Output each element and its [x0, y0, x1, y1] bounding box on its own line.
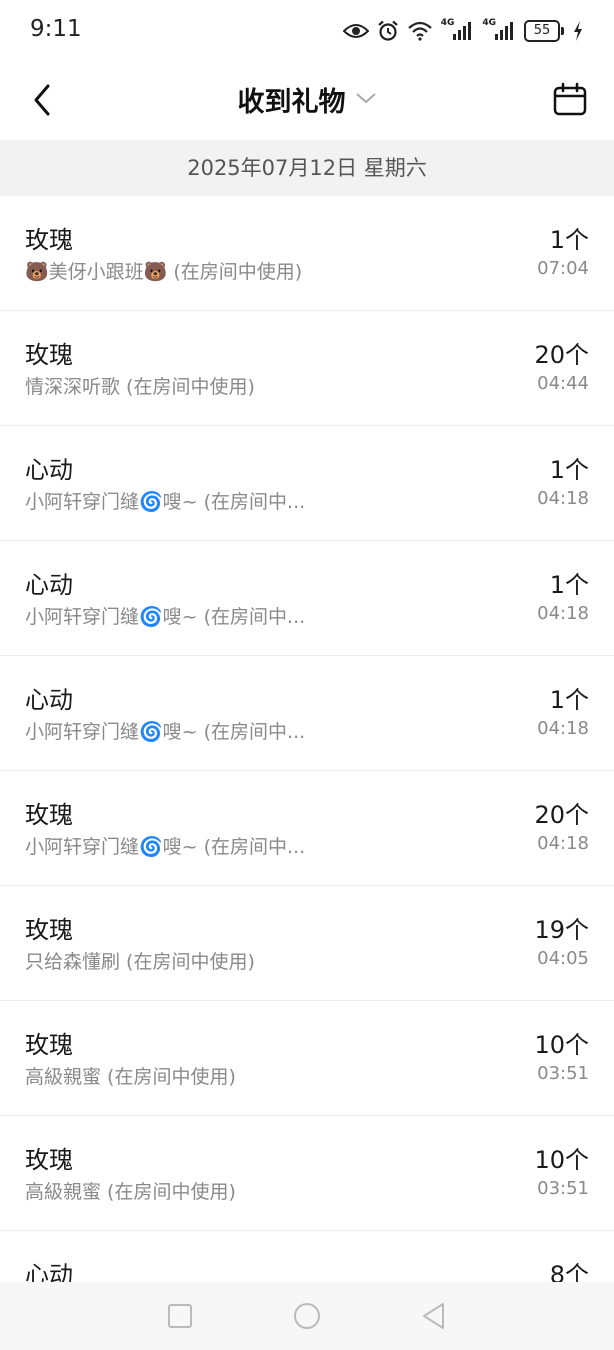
- alarm-icon: [377, 20, 399, 42]
- title-bar: 收到礼物: [0, 62, 614, 140]
- gift-name: 玫瑰: [25, 1146, 73, 1174]
- eye-icon: [342, 22, 369, 40]
- gift-list: 玫瑰 🐻美伢小跟班🐻 (在房间中使用) 1个 07:04 玫瑰 情深深听歌 (在…: [0, 196, 614, 1346]
- gift-time: 04:18: [537, 603, 589, 624]
- gift-row[interactable]: 玫瑰 只给森懂刷 (在房间中使用) 19个 04:05: [0, 886, 614, 1001]
- status-bar: 9:11 4G 4G 55: [0, 0, 614, 62]
- wifi-icon: [407, 21, 433, 41]
- gift-count: 10个: [534, 1031, 589, 1059]
- sender-info: 高級親蜜 (在房间中使用): [25, 1181, 236, 1203]
- gift-row[interactable]: 玫瑰 高級親蜜 (在房间中使用) 10个 03:51: [0, 1001, 614, 1116]
- gift-count: 20个: [534, 341, 589, 369]
- recents-button[interactable]: [164, 1300, 196, 1332]
- gift-count: 1个: [549, 686, 589, 714]
- battery-icon: 55: [524, 20, 564, 42]
- gift-row[interactable]: 心动 小阿轩穿门缝🌀嗖~ (在房间中... 1个 04:18: [0, 656, 614, 771]
- network-type-label: 4G: [482, 18, 496, 28]
- gift-count: 1个: [549, 456, 589, 484]
- sender-info: 🐻美伢小跟班🐻 (在房间中使用): [25, 261, 303, 283]
- gift-name: 玫瑰: [25, 341, 73, 369]
- gift-time: 04:18: [537, 718, 589, 739]
- gift-name: 玫瑰: [25, 226, 73, 254]
- triangle-back-icon: [423, 1303, 444, 1329]
- gift-count: 19个: [534, 916, 589, 944]
- gift-row[interactable]: 心动 小阿轩穿门缝🌀嗖~ (在房间中... 1个 04:18: [0, 541, 614, 656]
- signal-icon: 4G: [482, 18, 516, 41]
- gift-row[interactable]: 玫瑰 小阿轩穿门缝🌀嗖~ (在房间中... 20个 04:18: [0, 771, 614, 886]
- gift-time: 04:18: [537, 833, 589, 854]
- gift-time: 03:51: [537, 1178, 589, 1199]
- sender-info: 小阿轩穿门缝🌀嗖~ (在房间中...: [25, 606, 306, 628]
- gift-name: 心动: [25, 571, 73, 599]
- gift-count: 1个: [549, 571, 589, 599]
- calendar-icon: [553, 82, 587, 116]
- gift-row[interactable]: 心动 小阿轩穿门缝🌀嗖~ (在房间中... 1个 04:18: [0, 426, 614, 541]
- calendar-button[interactable]: [552, 82, 588, 118]
- system-nav-bar: [0, 1282, 614, 1350]
- gift-time: 03:51: [537, 1063, 589, 1084]
- chevron-down-icon: [355, 90, 377, 109]
- sender-info: 小阿轩穿门缝🌀嗖~ (在房间中...: [25, 721, 306, 743]
- gift-row[interactable]: 玫瑰 高級親蜜 (在房间中使用) 10个 03:51: [0, 1116, 614, 1231]
- gift-time: 04:05: [537, 948, 589, 969]
- date-section-header: 2025年07月12日 星期六: [0, 140, 614, 196]
- sender-info: 只给森懂刷 (在房间中使用): [25, 951, 255, 973]
- status-time: 9:11: [30, 16, 82, 42]
- status-icons: 4G 4G 55: [342, 18, 584, 44]
- title-dropdown[interactable]: 收到礼物: [0, 80, 614, 119]
- charging-icon: [572, 20, 584, 42]
- home-button[interactable]: [291, 1300, 323, 1332]
- circle-home-icon: [294, 1303, 320, 1329]
- signal-icon: 4G: [440, 18, 475, 41]
- sender-info: 高級親蜜 (在房间中使用): [25, 1066, 236, 1088]
- sender-info: 情深深听歌 (在房间中使用): [25, 376, 255, 398]
- gift-time: 07:04: [537, 258, 589, 279]
- gift-name: 心动: [25, 456, 73, 484]
- gift-time: 04:18: [537, 488, 589, 509]
- page-title: 收到礼物: [237, 87, 346, 118]
- gift-row[interactable]: 玫瑰 情深深听歌 (在房间中使用) 20个 04:44: [0, 311, 614, 426]
- gift-time: 04:44: [537, 373, 589, 394]
- gift-name: 玫瑰: [25, 1031, 73, 1059]
- gift-count: 10个: [534, 1146, 589, 1174]
- gift-name: 玫瑰: [25, 916, 73, 944]
- network-type-label: 4G: [440, 18, 455, 28]
- gift-name: 玫瑰: [25, 801, 73, 829]
- gift-count: 1个: [549, 226, 589, 254]
- system-back-button[interactable]: [418, 1300, 450, 1332]
- gift-count: 20个: [534, 801, 589, 829]
- battery-level: 55: [524, 20, 560, 42]
- gift-name: 心动: [25, 686, 73, 714]
- sender-info: 小阿轩穿门缝🌀嗖~ (在房间中...: [25, 491, 306, 513]
- gift-row[interactable]: 玫瑰 🐻美伢小跟班🐻 (在房间中使用) 1个 07:04: [0, 196, 614, 311]
- square-recents-icon: [168, 1304, 192, 1328]
- sender-info: 小阿轩穿门缝🌀嗖~ (在房间中...: [25, 836, 306, 858]
